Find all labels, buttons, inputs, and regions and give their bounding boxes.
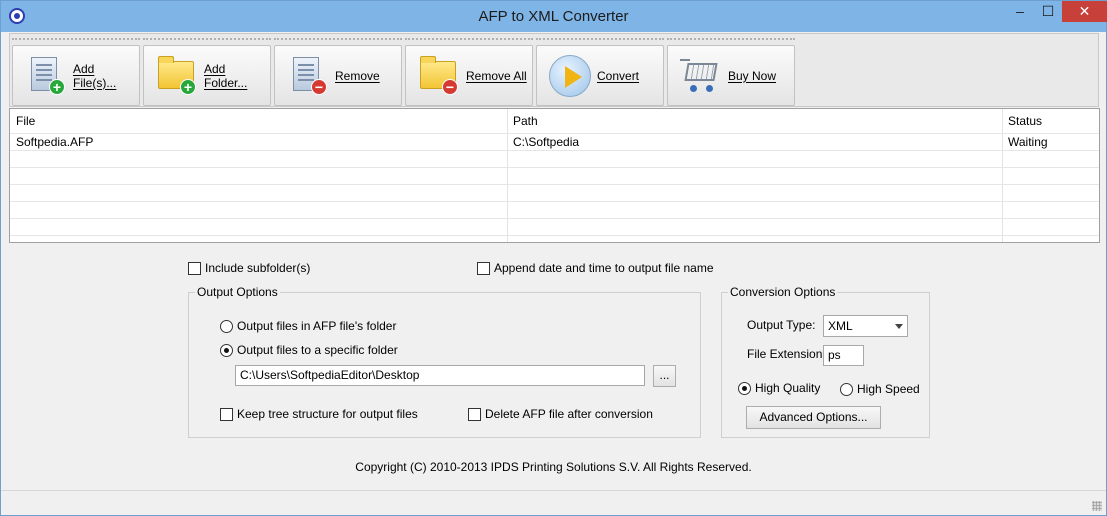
convert-label: Convert bbox=[597, 68, 640, 83]
high-quality-label: High Quality bbox=[755, 381, 821, 395]
append-datetime-label: Append date and time to output file name bbox=[494, 261, 714, 275]
output-type-value: XML bbox=[828, 319, 853, 333]
cell-file: Softpedia.AFP bbox=[16, 135, 94, 149]
convert-play-icon bbox=[549, 54, 591, 97]
add-files-label: Add File(s)... bbox=[73, 61, 117, 90]
status-bar bbox=[1, 490, 1106, 515]
close-button[interactable]: ✕ bbox=[1062, 1, 1107, 22]
chevron-down-icon bbox=[895, 324, 903, 329]
output-type-select[interactable]: XML bbox=[823, 315, 908, 337]
toolbar-grip bbox=[405, 38, 533, 41]
row-line bbox=[10, 218, 1099, 219]
conversion-options-title: Conversion Options bbox=[728, 285, 838, 299]
radio-button[interactable] bbox=[840, 382, 853, 396]
high-quality-radio[interactable]: High Quality bbox=[738, 381, 820, 395]
column-header-path[interactable]: Path bbox=[507, 109, 1002, 133]
output-folder-field[interactable]: C:\Users\SoftpediaEditor\Desktop bbox=[235, 365, 645, 386]
checkbox-box[interactable] bbox=[468, 407, 481, 421]
include-subfolders-checkbox[interactable]: Include subfolder(s) bbox=[188, 261, 310, 275]
output-in-afp-folder-label: Output files in AFP file's folder bbox=[237, 319, 397, 333]
main-window: AFP to XML Converter – ☐ ✕ + Add File(s)… bbox=[0, 0, 1107, 516]
remove-button[interactable]: − Remove bbox=[274, 45, 402, 106]
output-type-label: Output Type: bbox=[747, 318, 816, 332]
column-header-status[interactable]: Status bbox=[1002, 109, 1099, 133]
radio-button[interactable] bbox=[738, 381, 751, 395]
high-speed-radio[interactable]: High Speed bbox=[840, 382, 920, 396]
resize-grip-icon[interactable] bbox=[1092, 501, 1102, 511]
remove-all-button[interactable]: − Remove All bbox=[405, 45, 533, 106]
row-line bbox=[10, 184, 1099, 185]
copyright-text: Copyright (C) 2010-2013 IPDS Printing So… bbox=[355, 460, 752, 474]
checkbox-box[interactable] bbox=[220, 407, 233, 421]
output-options-title: Output Options bbox=[195, 285, 280, 299]
column-header-file[interactable]: File bbox=[10, 109, 507, 133]
keep-tree-checkbox[interactable]: Keep tree structure for output files bbox=[220, 407, 418, 421]
toolbar-grip bbox=[536, 38, 664, 41]
delete-afp-checkbox[interactable]: Delete AFP file after conversion bbox=[468, 407, 653, 421]
file-extension-field[interactable]: ps bbox=[823, 345, 864, 366]
cell-path: C:\Softpedia bbox=[513, 135, 580, 149]
row-line bbox=[10, 201, 1099, 202]
remove-all-icon: − bbox=[418, 55, 460, 97]
row-line bbox=[10, 167, 1099, 168]
row-line bbox=[10, 235, 1099, 236]
radio-button[interactable] bbox=[220, 343, 233, 357]
add-files-button[interactable]: + Add File(s)... bbox=[12, 45, 140, 106]
maximize-button[interactable]: ☐ bbox=[1035, 1, 1061, 22]
add-folder-icon: + bbox=[156, 55, 198, 97]
convert-button[interactable]: Convert bbox=[536, 45, 664, 106]
checkbox-box[interactable] bbox=[477, 261, 490, 275]
remove-file-icon: − bbox=[287, 55, 329, 97]
remove-all-label: Remove All bbox=[466, 68, 527, 83]
output-in-afp-folder-radio[interactable]: Output files in AFP file's folder bbox=[220, 319, 396, 333]
window-title: AFP to XML Converter bbox=[478, 8, 629, 25]
toolbar-grip bbox=[143, 38, 271, 41]
column-divider bbox=[507, 109, 508, 242]
add-folder-label: Add Folder... bbox=[204, 61, 248, 90]
buy-now-button[interactable]: Buy Now bbox=[667, 45, 795, 106]
toolbar: + Add File(s)... + Add Folder... − Remov… bbox=[9, 33, 1099, 107]
toolbar-grip bbox=[667, 38, 795, 41]
checkbox-box[interactable] bbox=[188, 261, 201, 275]
high-speed-label: High Speed bbox=[857, 382, 920, 396]
column-divider bbox=[1002, 109, 1003, 242]
shopping-cart-icon bbox=[680, 55, 722, 97]
delete-afp-label: Delete AFP file after conversion bbox=[485, 407, 653, 421]
title-bar[interactable]: AFP to XML Converter – ☐ ✕ bbox=[1, 1, 1107, 32]
file-extension-label: File Extension: bbox=[747, 347, 826, 361]
buy-now-label: Buy Now bbox=[728, 68, 777, 83]
append-datetime-checkbox[interactable]: Append date and time to output file name bbox=[477, 261, 714, 275]
advanced-options-button[interactable]: Advanced Options... bbox=[746, 406, 881, 429]
output-specific-folder-radio[interactable]: Output files to a specific folder bbox=[220, 343, 398, 357]
toolbar-grip bbox=[274, 38, 402, 41]
output-specific-folder-label: Output files to a specific folder bbox=[237, 343, 398, 357]
include-subfolders-label: Include subfolder(s) bbox=[205, 261, 311, 275]
cell-status: Waiting bbox=[1008, 135, 1048, 149]
add-file-icon: + bbox=[25, 55, 67, 97]
toolbar-grip bbox=[12, 38, 140, 41]
remove-label: Remove bbox=[335, 68, 380, 83]
add-folder-button[interactable]: + Add Folder... bbox=[143, 45, 271, 106]
file-list-table[interactable]: File Path Status Softpedia.AFP C:\Softpe… bbox=[9, 108, 1100, 243]
radio-button[interactable] bbox=[220, 319, 233, 333]
minimize-button[interactable]: – bbox=[1007, 1, 1033, 22]
browse-button[interactable]: ... bbox=[653, 365, 676, 387]
keep-tree-label: Keep tree structure for output files bbox=[237, 407, 418, 421]
